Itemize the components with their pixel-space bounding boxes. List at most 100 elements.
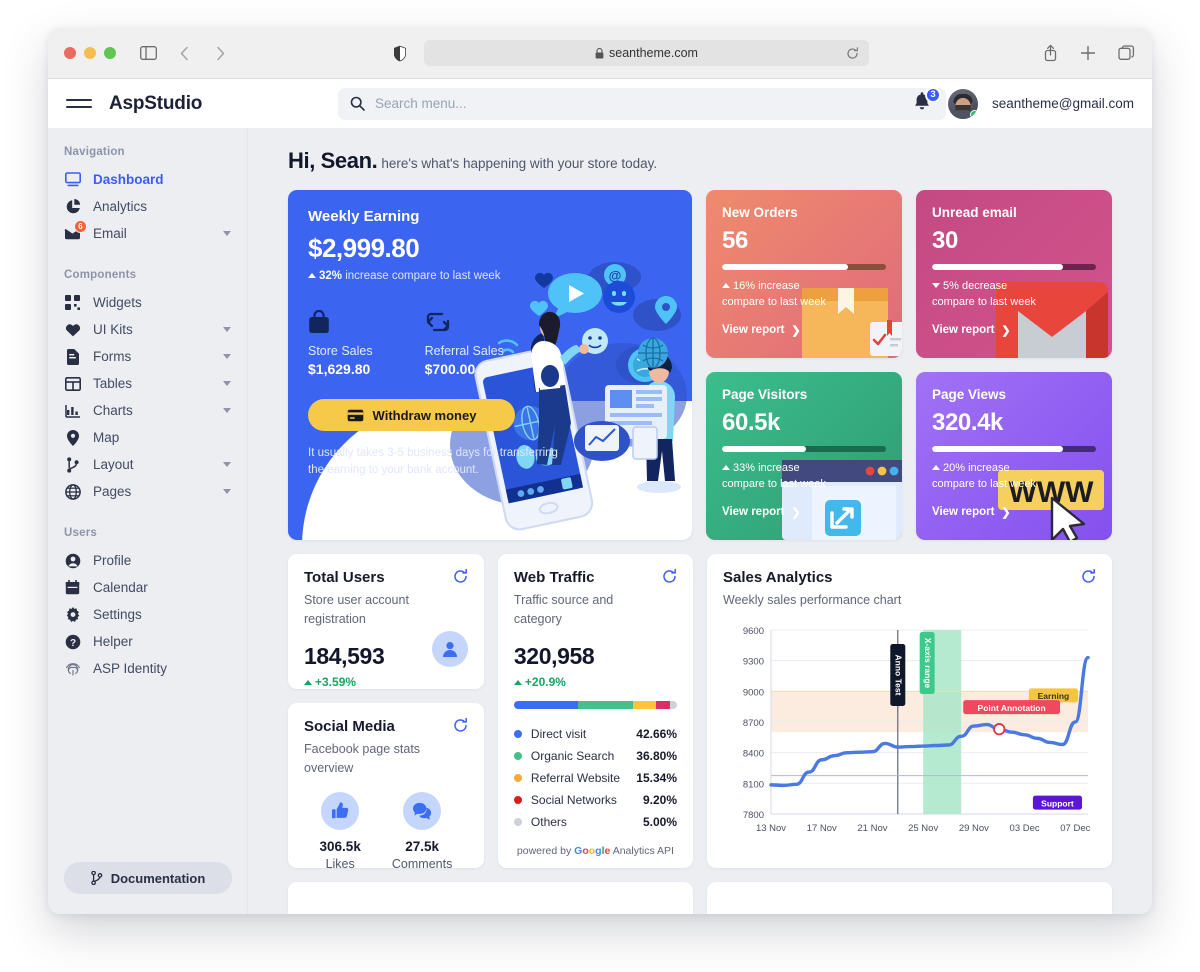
plus-icon[interactable] <box>1078 43 1098 63</box>
chart-ytick-label: 9000 <box>743 687 764 698</box>
address-bar-url: seantheme.com <box>609 46 698 60</box>
notifications-button[interactable]: 3 <box>912 86 941 116</box>
avatar[interactable] <box>947 88 978 119</box>
powered-by-suffix: Analytics API <box>612 844 674 857</box>
sidebar-item-layout[interactable]: Layout <box>48 451 247 478</box>
sidebar-item-asp-identity[interactable]: ASP Identity <box>48 655 247 682</box>
referral-sales-label: Referral Sales <box>424 344 504 358</box>
chevron-down-icon[interactable] <box>223 408 231 413</box>
view-report-link[interactable]: View report ❯ <box>722 324 886 337</box>
close-window-button[interactable] <box>64 47 76 59</box>
back-arrow-icon[interactable] <box>174 43 194 63</box>
web-traffic-delta: +20.9% <box>513 674 677 689</box>
sidebar-item-charts[interactable]: Charts <box>48 397 247 424</box>
chevron-down-icon[interactable] <box>223 327 231 332</box>
weekly-earning-change-text: increase compare to last week <box>345 270 501 282</box>
view-report-link[interactable]: View report ❯ <box>932 506 1096 519</box>
documentation-label: Documentation <box>110 870 206 886</box>
chart-annotation-label: X-axis range <box>923 637 933 688</box>
main-content: Hi, Sean. here's what's happening with yo… <box>248 128 1152 914</box>
chart-annotation-label: Point Annotation <box>978 703 1046 713</box>
chart-point-marker <box>993 722 1006 736</box>
card-title: Sales Analytics <box>723 569 833 586</box>
view-report-label: View report <box>932 324 995 337</box>
sidebar-item-label: Email <box>93 226 127 241</box>
sidebar-item-email[interactable]: 6 Email <box>48 220 247 247</box>
share-icon[interactable] <box>1040 43 1060 63</box>
sidebar-section-title: Users <box>64 527 97 539</box>
sidebar-item-forms[interactable]: Forms <box>48 343 247 370</box>
total-users-delta: +3.59% <box>304 675 468 689</box>
stat-delta-compare: compare to last week <box>932 295 1036 308</box>
chart-xtick-label: 25 Nov <box>908 823 938 834</box>
stat-progress-track <box>722 446 886 452</box>
thumbs-up-icon <box>321 791 360 830</box>
sidebar-toggle-icon[interactable] <box>138 43 158 63</box>
view-report-link[interactable]: View report ❯ <box>722 506 886 519</box>
stat-delta-text: 33% increase <box>733 462 800 474</box>
chevron-down-icon[interactable] <box>223 462 231 467</box>
sidebar-item-pages[interactable]: Pages <box>48 478 247 505</box>
stat-delta: 20% increase compare to last week <box>932 461 1096 493</box>
stat-progress-track <box>932 264 1096 270</box>
address-bar[interactable]: seantheme.com <box>424 40 869 66</box>
legend-item: Organic Search 36.80% <box>513 745 677 767</box>
stat-value: 30 <box>932 227 958 254</box>
chevron-down-icon[interactable] <box>223 489 231 494</box>
sidebar-item-map[interactable]: Map <box>48 424 247 451</box>
legend-item: Direct visit 42.66% <box>513 723 677 745</box>
view-report-label: View report <box>722 506 785 519</box>
window-controls[interactable] <box>64 47 116 59</box>
user-email[interactable]: seantheme@gmail.com <box>992 96 1134 111</box>
maximize-window-button[interactable] <box>104 47 116 59</box>
refresh-icon[interactable] <box>453 569 468 584</box>
sidebar-item-helper[interactable]: ? Helper <box>48 628 247 655</box>
view-report-label: View report <box>722 324 785 337</box>
documentation-button[interactable]: Documentation <box>64 862 232 894</box>
sidebar-item-ui-kits[interactable]: UI Kits <box>48 316 247 343</box>
stat-card-unread-email: Unread email 30 5% decrease compare to l… <box>916 190 1112 358</box>
question-circle-icon: ? <box>64 633 81 650</box>
screenshot-root: seantheme.com AspStudio Search menu... 3… <box>0 0 1200 972</box>
chart-xtick-label: 03 Dec <box>1010 823 1040 834</box>
stat-card-page-visitors: Page Visitors 60.5k 33% increase compare… <box>706 372 902 540</box>
card-subtitle: Traffic source and category <box>513 593 614 626</box>
sidebar-item-label: Profile <box>93 553 132 568</box>
view-report-link[interactable]: View report ❯ <box>932 324 1096 337</box>
reload-icon[interactable] <box>846 46 859 60</box>
stat-delta-compare: compare to last week <box>932 477 1036 490</box>
sidebar-item-calendar[interactable]: Calendar <box>48 574 247 601</box>
withdraw-money-button[interactable]: Withdraw money <box>308 399 515 431</box>
stat-delta: 33% increase compare to last week <box>722 461 886 493</box>
search-input[interactable] <box>375 96 934 111</box>
hamburger-menu-icon[interactable] <box>66 95 92 113</box>
tabs-icon[interactable] <box>1116 43 1136 63</box>
refresh-icon[interactable] <box>662 569 677 584</box>
forward-arrow-icon[interactable] <box>210 43 230 63</box>
sidebar-item-dashboard[interactable]: Dashboard <box>48 166 247 193</box>
refresh-icon[interactable] <box>1081 569 1096 584</box>
sidebar-section-title: Components <box>64 269 137 281</box>
weekly-earning-amount: $2,999.80 <box>308 233 420 263</box>
trend-up-icon <box>932 465 940 470</box>
chart-xtick-label: 13 Nov <box>756 823 786 834</box>
sidebar-item-label: Helper <box>93 634 133 649</box>
stat-delta-text: 16% increase <box>733 280 800 292</box>
minimize-window-button[interactable] <box>84 47 96 59</box>
legend-value: 15.34% <box>636 770 677 785</box>
chevron-down-icon[interactable] <box>223 231 231 236</box>
sidebar-item-widgets[interactable]: Widgets <box>48 289 247 316</box>
legend-dot <box>513 795 522 804</box>
chevron-down-icon[interactable] <box>223 381 231 386</box>
stat-progress-track <box>722 264 886 270</box>
shield-icon[interactable] <box>390 43 410 63</box>
chart-annotation-label: Earning <box>1038 691 1070 701</box>
refresh-icon[interactable] <box>453 718 468 733</box>
sidebar-item-profile[interactable]: Profile <box>48 547 247 574</box>
search-bar[interactable] <box>338 87 946 120</box>
chevron-down-icon[interactable] <box>223 354 231 359</box>
sidebar-item-tables[interactable]: Tables <box>48 370 247 397</box>
sidebar-item-analytics[interactable]: Analytics <box>48 193 247 220</box>
web-traffic-delta-text: +20.9% <box>524 674 566 689</box>
sidebar-item-settings[interactable]: Settings <box>48 601 247 628</box>
